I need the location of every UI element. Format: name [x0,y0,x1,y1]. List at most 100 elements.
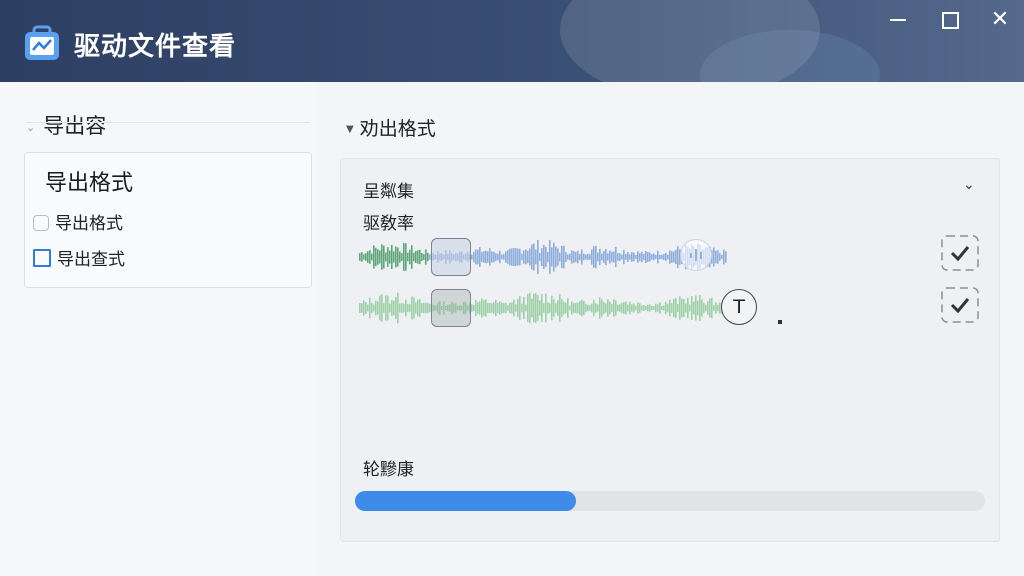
maximize-button[interactable] [932,8,968,32]
waveform-bar [601,299,603,317]
waveform-bar [659,254,661,260]
waveform-bar [663,253,665,261]
waveform-bar [543,303,545,313]
waveform-bar [415,251,417,263]
waveform-bar [667,303,669,313]
waveform-bar [699,295,701,321]
waveform-bar [475,249,477,265]
waveform-bar [549,240,551,274]
waveform-panel: 呈粼集 ⌄ 驱敎率 T 轮黲康 [340,158,1000,542]
text-tool-button[interactable]: T [721,289,757,325]
waveform-bar [489,248,491,266]
waveform-bar [657,304,659,312]
waveform-bar [625,301,627,315]
waveform-bar [485,299,487,317]
waveform-bar [531,244,533,270]
waveform-bar [669,299,671,317]
checkbox-icon[interactable] [33,249,51,267]
waveform-track-1[interactable] [359,237,727,277]
waveform-bar [617,304,619,312]
waveform-bar [405,243,407,271]
waveform-bar [479,301,481,315]
waveform-bar [607,253,609,261]
confirm-check-icon[interactable] [941,235,979,271]
confirm-check-icon[interactable] [941,287,979,323]
waveform-bar [639,303,641,313]
waveform-bar [473,304,475,312]
waveform-bar [717,304,719,312]
waveform-bar [527,250,529,264]
waveform-bar [529,292,531,324]
waveform-track-2[interactable] [359,288,727,328]
waveform-bar [581,249,583,265]
waveform-bar [369,297,371,319]
waveform-bar [377,249,379,265]
waveform-bar [393,300,395,316]
waveform-bar [671,251,673,263]
waveform-bar [593,246,595,268]
waveform-bar [603,251,605,263]
waveform-bar [481,252,483,262]
waveform-bar [425,302,427,314]
waveform-bar [513,299,515,317]
waveform-bar [385,252,387,262]
waveform-bar [633,303,635,313]
panel-title: 呈粼集 [363,182,414,202]
waveform-bar [397,247,399,267]
waveform-bar [619,304,621,312]
minimize-button[interactable] [880,8,916,32]
waveform-bar [505,302,507,314]
waveform-bar [531,298,533,318]
waveform-bar [379,295,381,321]
waveform-bar [575,302,577,314]
waveform-bar [401,253,403,261]
minimize-icon [890,19,906,21]
waveform-bar [693,301,695,315]
checkbox-icon[interactable] [33,215,49,231]
waveform-bar [387,295,389,321]
waveform-bar [637,302,639,314]
waveform-bar [367,251,369,263]
waveform-bar [515,304,517,312]
waveform-bar [529,248,531,266]
caret-down-icon: ▼ [346,124,354,135]
waveform-bar [569,253,571,261]
waveform-selection-handle[interactable] [431,238,471,276]
waveform-bar [665,253,667,261]
waveform-bar [507,305,509,311]
format-section-header[interactable]: ▼ 劝出格式 [346,114,436,141]
waveform-bar [573,303,575,313]
close-icon: ✕ [990,7,1010,32]
waveform-bar [375,247,377,267]
waveform-bar [471,254,473,260]
waveform-bar [623,249,625,265]
waveform-bar [535,249,537,265]
waveform-bar [647,252,649,262]
waveform-bar [655,303,657,313]
waveform-bar [545,247,547,267]
export-content-header[interactable]: ⌄ 导出容 [26,110,106,140]
waveform-bar [487,251,489,263]
waveform-bar [595,245,597,269]
waveform-bar [557,300,559,316]
waveform-selection-handle[interactable] [431,289,471,327]
waveform-bar [403,243,405,271]
waveform-bar [709,298,711,318]
waveform-bar [359,303,361,313]
waveform-bar [519,248,521,266]
chevron-down-icon[interactable]: ⌄ [963,177,975,193]
maximize-icon [941,11,959,29]
waveform-bar [523,296,525,320]
waveform-bar [613,299,615,317]
audio-level-icon[interactable] [680,239,712,271]
export-format-option[interactable]: 导出格式 [33,209,123,234]
waveform-bar [537,295,539,321]
waveform-bar [587,304,589,312]
waveform-bar [361,303,363,313]
close-button[interactable]: ✕ [982,8,1018,32]
waveform-bar [621,302,623,314]
waveform-bar [411,245,413,269]
waveform-bar [425,249,427,265]
waveform-bar [593,299,595,317]
export-query-option[interactable]: 导出查式 [33,245,125,270]
